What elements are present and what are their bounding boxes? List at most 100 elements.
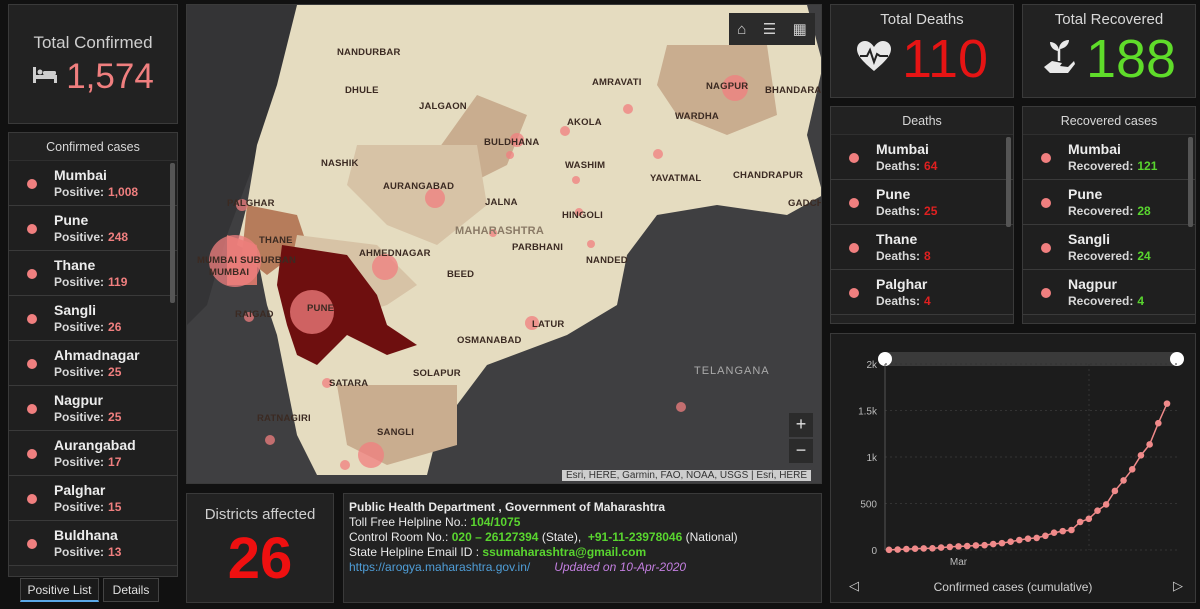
data-point[interactable] <box>972 542 980 549</box>
list-item[interactable]: Thane Positive: 119 <box>9 251 177 296</box>
recovered-count-label: Recovered: <box>1068 159 1134 173</box>
data-point[interactable] <box>929 545 936 552</box>
data-point[interactable] <box>937 544 945 551</box>
marker-dot-icon <box>1041 243 1051 253</box>
marker-dot-icon <box>27 404 37 414</box>
series-line <box>888 403 1168 551</box>
qr-icon[interactable]: ▦ <box>793 20 807 38</box>
map-district-label: RAIGAD <box>235 309 274 320</box>
data-point[interactable] <box>1042 532 1049 540</box>
data-point[interactable] <box>963 542 971 550</box>
list-item[interactable]: Buldhana Positive: 13 <box>9 521 177 566</box>
zoom-in-button[interactable]: + <box>789 413 813 437</box>
chart-next-arrow[interactable]: ▷ <box>1173 578 1183 594</box>
tab-positive-list[interactable]: Positive List <box>20 578 99 602</box>
list-item[interactable]: Thane Deaths: 8 <box>831 225 1013 270</box>
data-point[interactable] <box>1094 507 1101 514</box>
list-item[interactable]: Ahmadnagar Positive: 25 <box>9 341 177 386</box>
data-point[interactable] <box>1163 400 1171 407</box>
data-point[interactable] <box>1155 419 1162 427</box>
data-point[interactable] <box>1128 465 1136 473</box>
data-point[interactable] <box>1068 526 1075 534</box>
list-item[interactable]: Pune Positive: 248 <box>9 206 177 251</box>
info-panel: Public Health Department , Government of… <box>343 493 822 603</box>
data-point[interactable] <box>1059 527 1067 535</box>
marker-dot-icon <box>27 314 37 324</box>
list-item[interactable]: Sangli Recovered: 24 <box>1023 225 1195 270</box>
data-point[interactable] <box>920 545 928 552</box>
list-item[interactable]: Pune Recovered: 28 <box>1023 180 1195 225</box>
data-point[interactable] <box>1146 441 1153 448</box>
tab-details[interactable]: Details <box>103 578 159 602</box>
data-point[interactable] <box>1024 535 1032 542</box>
confirmed-count: Positive: 13 <box>54 545 121 559</box>
data-point[interactable] <box>981 541 988 549</box>
data-point[interactable] <box>946 543 954 551</box>
home-icon[interactable]: ⌂ <box>737 21 746 38</box>
map-district-label: AKOLA <box>567 117 602 128</box>
total-recovered-value: 188 <box>1085 29 1177 89</box>
map-district-label: PALGHAR <box>227 198 275 209</box>
list-item[interactable]: Sangli Positive: 26 <box>9 296 177 341</box>
confirmed-district-name: Buldhana <box>54 527 118 543</box>
recovered-count: Recovered: 121 <box>1068 159 1157 173</box>
data-point[interactable] <box>885 546 893 554</box>
data-point[interactable] <box>1111 487 1119 495</box>
y-tick-label: 0 <box>871 546 877 557</box>
map-district-label: MUMBAI <box>209 267 250 278</box>
list-icon[interactable]: ☰ <box>763 20 776 38</box>
deaths-count-label: Deaths: <box>876 159 921 173</box>
map-view[interactable]: NANDURBAR DHULE JALGAON AMRAVATI NAGPUR BHAND… <box>186 4 822 484</box>
data-point[interactable] <box>1085 515 1093 523</box>
arogya-link[interactable]: https://arogya.maharashtra.gov.in/ <box>349 560 530 574</box>
x-tick-label: Mar <box>950 557 968 568</box>
total-deaths-title: Total Deaths <box>880 11 964 28</box>
recovered-list-scrollbar[interactable] <box>1188 137 1193 227</box>
y-tick-label: 1k <box>866 453 878 464</box>
deaths-list[interactable]: Deaths Mumbai Deaths: 64 Pune Deaths: 25 Thane… <box>830 106 1014 324</box>
data-point[interactable] <box>911 545 919 552</box>
confirmed-list-scrollbar[interactable] <box>170 163 175 303</box>
deaths-count-label: Deaths: <box>876 249 921 263</box>
data-point[interactable] <box>989 540 997 548</box>
map-district-label: AURANGABAD <box>383 181 455 192</box>
recovered-list[interactable]: Recovered cases Mumbai Recovered: 121 Pune R… <box>1022 106 1196 324</box>
total-confirmed-value: 1,574 <box>66 57 154 96</box>
map-district-label: WASHIM <box>565 160 606 171</box>
data-point[interactable] <box>894 546 901 553</box>
confirmed-count-value: 25 <box>108 410 122 424</box>
confirmed-cases-list[interactable]: Confirmed cases Mumbai Positive: 1,008 Pune… <box>8 132 178 577</box>
list-item[interactable]: Nagpur Recovered: 4 <box>1023 270 1195 315</box>
list-item[interactable]: Pune Deaths: 25 <box>831 180 1013 225</box>
confirmed-count-label: Positive: <box>54 185 105 199</box>
zoom-out-button[interactable]: − <box>789 439 813 463</box>
list-item[interactable]: Mumbai Recovered: 121 <box>1023 135 1195 180</box>
map-district-label: GADCH <box>788 198 822 209</box>
data-point[interactable] <box>955 543 962 550</box>
data-point[interactable] <box>1120 477 1127 484</box>
map-district-label: PARBHANI <box>512 242 564 253</box>
helpline-email[interactable]: ssumaharashtra@gmail.com <box>482 545 646 559</box>
data-point[interactable] <box>1050 529 1058 537</box>
list-item[interactable]: Mumbai Deaths: 64 <box>831 135 1013 180</box>
list-item[interactable]: Palghar Deaths: 4 <box>831 270 1013 315</box>
confirmed-count: Positive: 248 <box>54 230 128 244</box>
data-point[interactable] <box>1076 518 1084 526</box>
control-national-number: +91-11-23978046 <box>587 530 683 544</box>
data-point[interactable] <box>1102 501 1110 508</box>
list-item[interactable]: Nagpur Positive: 25 <box>9 386 177 431</box>
data-point[interactable] <box>1007 538 1014 546</box>
data-point[interactable] <box>998 539 1006 547</box>
map-district-label: NASHIK <box>321 158 359 169</box>
data-point[interactable] <box>1137 452 1145 459</box>
list-item[interactable]: Mumbai Positive: 1,008 <box>9 161 177 206</box>
list-item[interactable]: Aurangabad Positive: 17 <box>9 431 177 476</box>
confirmed-count: Positive: 25 <box>54 365 121 379</box>
map-district-label: HINGOLI <box>562 210 603 221</box>
data-point[interactable] <box>1016 536 1023 544</box>
data-point[interactable] <box>903 545 910 553</box>
deaths-count-value: 4 <box>924 294 931 308</box>
data-point[interactable] <box>1033 534 1040 542</box>
deaths-list-scrollbar[interactable] <box>1006 137 1011 227</box>
list-item[interactable]: Palghar Positive: 15 <box>9 476 177 521</box>
